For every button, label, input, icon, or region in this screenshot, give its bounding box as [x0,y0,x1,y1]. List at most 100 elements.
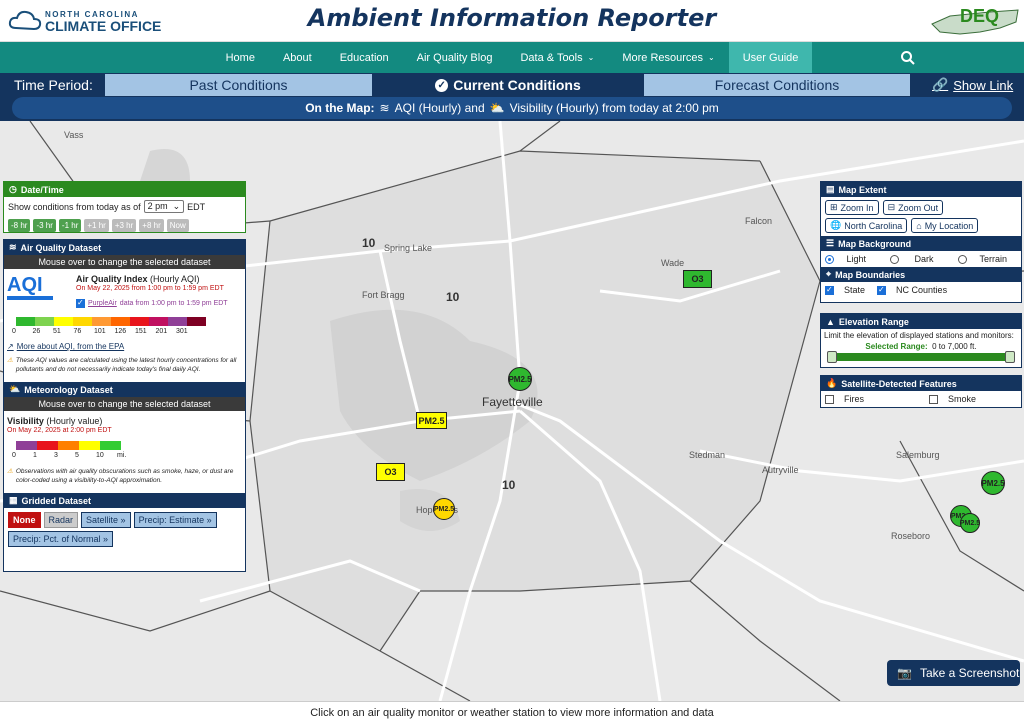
minus-3hr-button[interactable]: -3 hr [33,219,56,232]
take-screenshot-button[interactable]: 📷 Take a Screenshot [887,660,1020,686]
page-title: Ambient Information Reporter [307,4,717,32]
main-nav: Home About Education Air Quality Blog Da… [0,42,1024,73]
deq-logo[interactable]: DEQ [930,2,1020,38]
aqi-scale-tick: 126 [114,328,127,335]
aqi-scale-swatch [73,317,92,326]
aqi-monitor-marker[interactable]: PM2.5 [960,513,980,533]
boundary-state-checkbox[interactable] [825,285,834,296]
gridded-none-button[interactable]: None [8,512,41,528]
aqi-monitor-marker[interactable]: PM2.5 [433,498,455,520]
purpleair-link[interactable]: PurpleAir [88,300,117,307]
hour-buttons: -8 hr -3 hr -1 hr +1 hr +3 hr +8 hr Now [4,216,245,235]
gridded-precip-pct-button[interactable]: Precip: Pct. of Normal » [8,531,114,547]
satellite-fires-option[interactable]: Fires [825,394,864,405]
nav-air-quality-blog[interactable]: Air Quality Blog [403,42,507,73]
more-aqi-link[interactable]: ↗ More about AQI, from the EPA [7,342,124,351]
satellite-fires-checkbox[interactable] [825,395,834,405]
aqi-monitor-marker[interactable]: O3 [683,270,712,288]
on-map-visibility: Visibility (Hourly) from today at 2:00 p… [509,101,719,115]
tab-forecast-conditions[interactable]: Forecast Conditions [644,74,910,96]
aq-dataset-sub[interactable]: Mouse over to change the selected datase… [4,255,245,269]
nav-about[interactable]: About [269,42,326,73]
aqi-note: ⚠ These AQI values are calculated using … [7,356,243,374]
boundary-counties-option[interactable]: NC Counties [877,285,948,296]
aqi-scale-tick: 51 [53,328,61,335]
gridded-precip-estimate-button[interactable]: Precip: Estimate » [133,512,217,528]
aqi-monitor-marker[interactable]: PM2.5 [981,471,1005,495]
aqi-scale-swatch [54,317,73,326]
gridded-precip-estimate-label: Precip: Estimate [138,515,205,525]
map-extent-header: ▤ Map Extent [821,182,1021,197]
satellite-title: Satellite-Detected Features [841,378,957,389]
search-icon[interactable] [900,50,916,66]
purpleair-checkbox[interactable] [76,298,85,308]
city-wade: Wade [661,258,685,268]
tab-past-conditions[interactable]: Past Conditions [105,74,372,96]
minus-1hr-button[interactable]: -1 hr [58,219,82,232]
visibility-scale-ticks: 0 1 3 5 10 mi. [12,452,142,462]
fire-icon: 🔥 [826,378,838,388]
show-link[interactable]: 🔗 Show Link [932,77,1013,93]
aq-dataset-title: Air Quality Dataset [20,242,102,253]
boundary-state-option[interactable]: State [825,285,865,296]
north-carolina-button[interactable]: 🌐 North Carolina [825,218,908,233]
datetime-show-text: Show conditions from today as of [8,201,141,212]
background-dark-radio[interactable] [890,255,900,265]
background-light-option[interactable]: Light [825,254,866,265]
met-dataset-title: Meteorology Dataset [24,384,113,395]
plus-8hr-button[interactable]: +8 hr [139,219,164,232]
layers-icon: ☰ [826,238,835,248]
map-options-panel: ▤ Map Extent ⊞ Zoom In ⊟ Zoom Out 🌐 North C… [820,181,1022,303]
on-map-prefix: On the Map: [305,101,375,115]
aqi-monitor-marker[interactable]: O3 [376,463,405,481]
gridded-satellite-label: Satellite [86,515,119,525]
aqi-monitor-marker[interactable]: PM2.5 [508,367,532,391]
minus-8hr-button[interactable]: -8 hr [8,219,31,232]
zoom-out-label: Zoom Out [898,202,939,213]
elevation-slider[interactable] [827,351,1015,363]
zoom-out-button[interactable]: ⊟ Zoom Out [882,200,944,215]
gridded-radar-button[interactable]: Radar [43,512,79,528]
datetime-header: ◷ Date/Time [4,182,245,197]
plus-1hr-button[interactable]: +1 hr [84,219,109,232]
my-location-button[interactable]: ⌂ My Location [911,218,979,233]
aqi-logo-bar [7,296,53,300]
elevation-slider-max-handle[interactable] [1005,351,1015,363]
satellite-header: 🔥 Satellite-Detected Features [821,376,1021,391]
nav-user-guide[interactable]: User Guide [728,42,813,73]
tab-current-conditions[interactable]: ✓ Current Conditions [374,74,642,96]
background-terrain-radio[interactable] [957,255,967,265]
nav-home[interactable]: Home [212,42,269,73]
aqi-scale-tick: 151 [135,328,147,335]
boundary-counties-checkbox[interactable] [877,285,887,296]
nav-more-resources[interactable]: More Resources ⌄ [608,42,728,73]
met-note-text: Observations with air quality obscuratio… [15,468,234,484]
aqi-scale-swatch [35,317,54,326]
zoom-in-button[interactable]: ⊞ Zoom In [825,200,879,215]
nav-education[interactable]: Education [326,42,403,73]
aqi-scale-swatch [16,317,35,326]
nav-data-tools[interactable]: Data & Tools ⌄ [506,42,608,73]
background-dark-option[interactable]: Dark [890,254,934,265]
visibility-scale-tick: mi. [117,452,127,459]
grid-icon: ▦ [9,495,18,505]
map-background-header: ☰ Map Background [821,236,1021,251]
plus-3hr-button[interactable]: +3 hr [111,219,137,232]
map-icon: ▤ [826,184,835,194]
visibility-scale-tick: 3 [54,452,58,459]
visibility-color-scale [16,441,121,450]
hour-select[interactable]: 2 pm ⌄ [143,200,185,213]
met-name-suffix: (Hourly value) [46,416,103,426]
satellite-smoke-checkbox[interactable] [929,395,939,405]
now-button[interactable]: Now [166,219,189,232]
gridded-satellite-button[interactable]: Satellite » [81,512,131,528]
background-light-radio[interactable] [825,255,834,265]
visibility-scale-swatch [16,441,37,450]
aqi-monitor-marker[interactable]: PM2.5 [416,412,447,429]
met-dataset-sub[interactable]: Mouse over to change the selected datase… [4,397,245,411]
map-area[interactable]: Vass Spring Lake Fort Bragg Fayetteville… [0,121,1024,701]
background-terrain-option[interactable]: Terrain [957,254,1007,265]
elevation-slider-min-handle[interactable] [827,351,837,363]
satellite-smoke-option[interactable]: Smoke [929,394,976,405]
boundary-counties-label: NC Counties [896,285,948,296]
